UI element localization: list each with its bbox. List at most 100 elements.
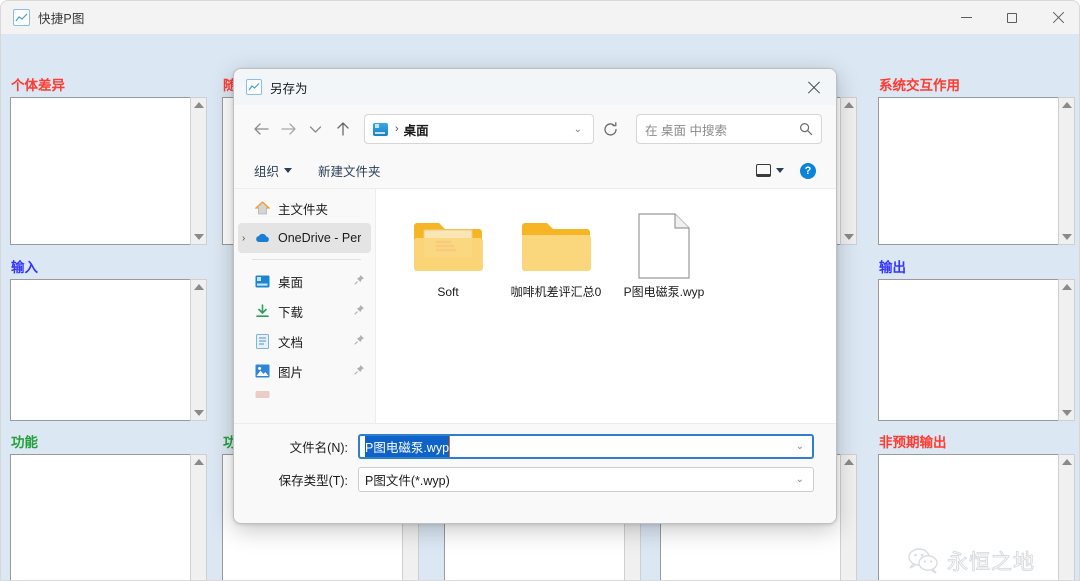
sidebar-item-documents[interactable]: 文档 [238,326,371,356]
organize-button[interactable]: 组织 [248,157,298,184]
dialog-title: 另存为 [270,81,308,96]
filename-row: 文件名(N): P图电磁泵.wyp ⌄ [256,434,814,459]
forward-button[interactable] [275,116,302,143]
scrollbar-individual-differences[interactable] [190,97,207,245]
view-options-button[interactable] [750,160,790,181]
scroll-up-icon[interactable] [843,459,854,465]
scrollbar-unexpected-output[interactable] [1058,454,1075,580]
close-icon [807,81,820,94]
panel-label-input: 输入 [11,260,38,276]
chart-line-icon [246,79,262,95]
sidebar-item-label: 主文件夹 [278,202,329,217]
scroll-up-icon[interactable] [193,459,204,465]
scroll-up-icon[interactable] [843,102,854,108]
scroll-down-icon[interactable] [843,234,854,240]
maximize-icon [1007,12,1017,23]
search-icon [799,122,813,136]
file-item-ptu-pump[interactable]: P图电磁泵.wyp [610,201,718,313]
organize-label: 组织 [254,165,280,179]
view-layout-icon [756,164,771,177]
home-icon [254,200,271,217]
pin-icon[interactable] [354,304,365,318]
scrollbar-function-4[interactable] [840,454,857,580]
filetype-label: 保存类型(T): [278,474,348,488]
scroll-up-icon[interactable] [193,102,204,108]
minimize-button[interactable] [943,1,989,34]
breadcrumb-path: 桌面 [403,123,429,138]
close-icon [1052,12,1064,24]
new-folder-button[interactable]: 新建文件夹 [312,157,387,184]
chevron-down-icon[interactable]: ⌄ [791,441,809,452]
back-button[interactable] [248,116,275,143]
chevron-down-icon[interactable]: ⌄ [569,124,587,135]
scroll-down-icon[interactable] [1061,410,1072,416]
scroll-down-icon[interactable] [193,234,204,240]
scrollbar-external-environment[interactable] [840,97,857,245]
wechat-icon [908,548,938,574]
command-bar-right: ? [750,159,822,183]
app-title: 快捷P图 [38,12,85,26]
sidebar-item-label: 桌面 [278,275,304,290]
scroll-down-icon[interactable] [193,410,204,416]
scroll-up-icon[interactable] [1061,459,1072,465]
sidebar-item-desktop[interactable]: 桌面 [238,266,371,296]
scrollbar-function[interactable] [190,454,207,580]
help-button[interactable]: ? [794,159,822,183]
document-icon [254,333,271,350]
file-item-coffee-reviews[interactable]: 咖啡机差评汇总0 [502,201,610,313]
recent-locations-button[interactable] [302,116,329,143]
address-bar[interactable]: › 桌面 ⌄ [364,114,594,144]
dialog-form: 文件名(N): P图电磁泵.wyp ⌄ 保存类型(T): P图文件(*.wyp)… [234,423,836,508]
pin-icon[interactable] [354,364,365,378]
pin-icon[interactable] [354,334,365,348]
maximize-button[interactable] [989,1,1035,34]
panel-textarea-output[interactable] [878,279,1060,421]
new-folder-label: 新建文件夹 [318,165,381,179]
close-button[interactable] [1035,1,1079,34]
scrollbar-input[interactable] [190,279,207,421]
panel-textarea-system-interaction[interactable] [878,97,1060,245]
file-list[interactable]: Soft 咖啡机差评汇总0 P图电磁泵.wyp [375,189,836,423]
chevron-right-icon[interactable]: › [242,233,253,244]
filename-label: 文件名(N): [289,441,348,455]
chevron-down-icon [284,168,293,173]
sidebar-item-partial[interactable] [238,386,371,402]
chevron-down-icon[interactable]: ⌄ [791,474,809,485]
dialog-close-button[interactable] [790,69,836,105]
desktop-icon [373,122,388,136]
panel-label-output: 输出 [879,260,906,276]
search-input[interactable]: 在 桌面 中搜索 [636,114,822,144]
scroll-down-icon[interactable] [1061,234,1072,240]
scroll-up-icon[interactable] [1061,102,1072,108]
scroll-up-icon[interactable] [193,284,204,290]
scroll-up-icon[interactable] [1061,284,1072,290]
file-icon [638,209,690,283]
pin-icon[interactable] [354,274,365,288]
dialog-content: 主文件夹 › OneDrive - Per 桌面下载 文档 图片 Soft 咖啡机差评汇总0… [234,189,836,423]
filetype-value: P图文件(*.wyp) [365,474,450,488]
sidebar-item-pictures[interactable]: 图片 [238,356,371,386]
folder-icon [411,209,485,283]
sidebar-item-home[interactable]: 主文件夹 [238,193,371,223]
panel-textarea-individual-differences[interactable] [10,97,192,245]
panel-label-individual-differences: 个体差异 [11,78,65,94]
panel-textarea-function[interactable] [10,454,192,580]
filetype-row: 保存类型(T): P图文件(*.wyp) ⌄ [256,467,814,492]
sidebar-separator [252,259,361,260]
dialog-titlebar: 另存为 [234,69,836,105]
file-item-soft[interactable]: Soft [394,201,502,313]
up-button[interactable] [329,116,356,143]
sidebar-item-downloads[interactable]: 下载 [238,296,371,326]
folder-icon [519,209,593,283]
file-name: 咖啡机差评汇总0 [510,285,602,299]
panel-textarea-input[interactable] [10,279,192,421]
dialog-navbar: › 桌面 ⌄ 在 桌面 中搜索 [234,105,836,153]
chart-line-icon [13,9,30,26]
refresh-button[interactable] [596,115,624,143]
filetype-select[interactable]: P图文件(*.wyp) ⌄ [358,467,814,492]
panel-label-function: 功能 [11,435,38,451]
scrollbar-system-interaction[interactable] [1058,97,1075,245]
scrollbar-output[interactable] [1058,279,1075,421]
sidebar-item-onedrive[interactable]: › OneDrive - Per [238,223,371,253]
filename-input[interactable]: P图电磁泵.wyp ⌄ [358,434,814,459]
